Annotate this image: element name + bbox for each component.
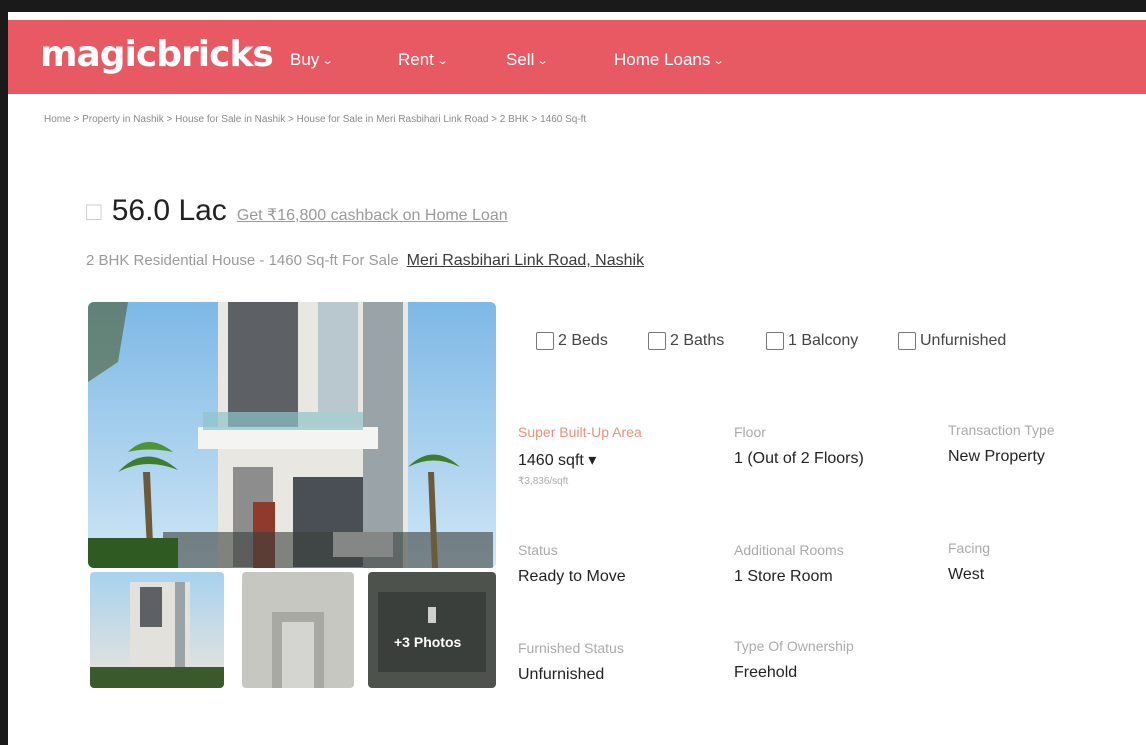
- furnishing-icon: [898, 332, 916, 350]
- spec-furnished-status: Furnished Status Unfurnished: [518, 640, 624, 683]
- bath-icon: [648, 332, 666, 350]
- thumb-interior: [272, 612, 324, 688]
- spec-area: Super Built-Up Area 1460 sqft ▾ ₹3,836/s…: [518, 424, 642, 487]
- thumb-house: [90, 582, 224, 688]
- listing-type: 2 BHK Residential House - 1460 Sq-ft For…: [86, 252, 399, 269]
- thumbnail-photo-1[interactable]: [90, 572, 224, 688]
- chevron-down-icon: ⌄: [436, 54, 449, 67]
- price-row: □ 56.0 Lac Get ₹16,800 cashback on Home …: [86, 194, 508, 228]
- balcony-icon: [766, 332, 784, 350]
- price-per-sqft: ₹3,836/sqft: [518, 476, 569, 487]
- chevron-down-icon: ⌄: [321, 54, 334, 67]
- chevron-down-icon: ⌄: [713, 54, 725, 67]
- thumbnail-photo-2[interactable]: [242, 572, 354, 688]
- chevron-down-icon: ⌄: [536, 54, 549, 67]
- thumbnail-photo-3[interactable]: [368, 572, 496, 688]
- listing-price: 56.0 Lac: [111, 194, 227, 227]
- breadcrumb[interactable]: Home > Property in Nashik > House for Sa…: [44, 114, 586, 125]
- rupee-icon: □: [86, 196, 102, 226]
- feature-beds: 2 Beds: [536, 332, 608, 350]
- spec-transaction: Transaction Type New Property: [948, 422, 1055, 465]
- site-header: magicbricks Buy ⌄ Rent ⌄ Sell ⌄ Home Loans ⌄: [8, 20, 1146, 94]
- cashback-link[interactable]: Get ₹16,800 cashback on Home Loan: [237, 205, 508, 225]
- spec-facing: Facing West: [948, 540, 991, 583]
- feature-balcony: 1 Balcony: [766, 332, 858, 350]
- thumb-room: [378, 592, 486, 672]
- location-link[interactable]: Meri Rasbihari Link Road, Nashik: [407, 252, 644, 270]
- browser-page: magicbricks Buy ⌄ Rent ⌄ Sell ⌄ Home Loans ⌄…: [8, 12, 1146, 745]
- nav-rent[interactable]: Rent ⌄: [398, 50, 449, 70]
- nav-buy[interactable]: Buy ⌄: [290, 50, 334, 70]
- spec-status: Status Ready to Move: [518, 542, 626, 585]
- nav-sell[interactable]: Sell ⌄: [506, 50, 549, 70]
- feature-baths: 2 Baths: [648, 332, 724, 350]
- nav-home-loans[interactable]: Home Loans ⌄: [614, 50, 725, 70]
- spec-ownership: Type Of Ownership Freehold: [734, 638, 854, 681]
- listing-subtitle: 2 BHK Residential House - 1460 Sq-ft For…: [86, 252, 644, 270]
- spec-additional-rooms: Additional Rooms 1 Store Room: [734, 542, 844, 585]
- feature-furnishing: Unfurnished: [898, 332, 1006, 350]
- house-illustration: [88, 302, 496, 568]
- bed-icon: [536, 332, 554, 350]
- main-property-photo[interactable]: [88, 302, 496, 568]
- more-photos-label[interactable]: +3 Photos: [394, 634, 461, 650]
- spec-floor: Floor 1 (Out of 2 Floors): [734, 424, 864, 467]
- area-value[interactable]: 1460 sqft ▾: [518, 450, 642, 470]
- magicbricks-logo[interactable]: magicbricks: [40, 34, 274, 75]
